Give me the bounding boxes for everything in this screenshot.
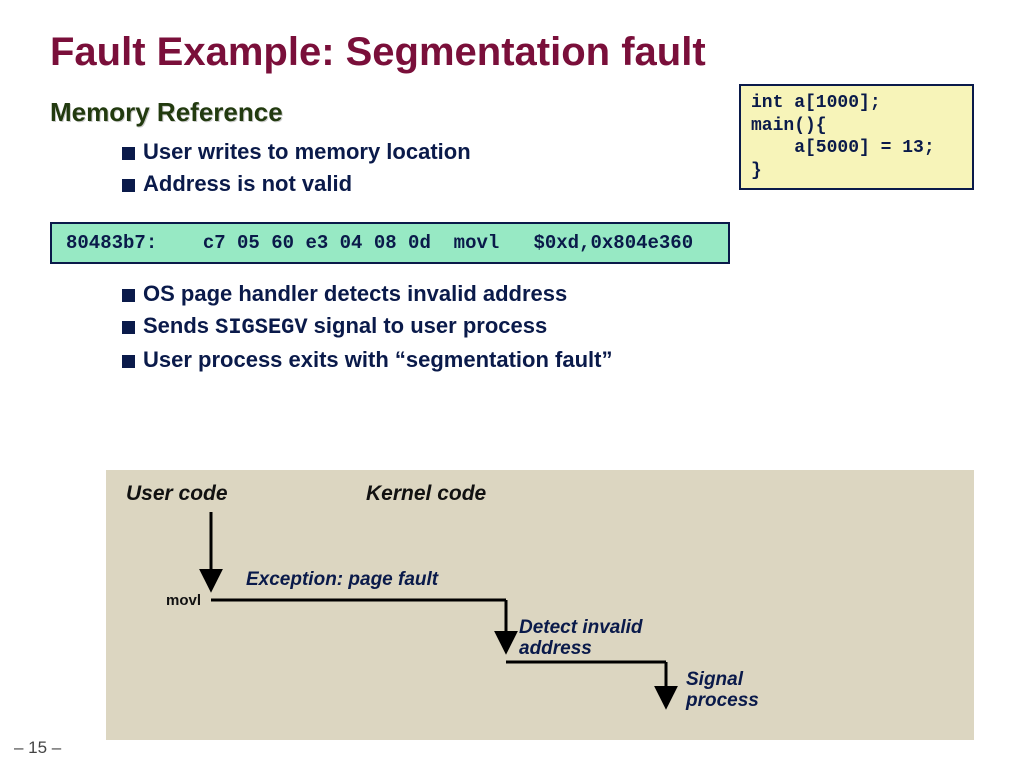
- list-item: User process exits with “segmentation fa…: [122, 344, 974, 376]
- list-item: OS page handler detects invalid address: [122, 278, 974, 310]
- diagram-arrows: [106, 470, 974, 740]
- page-number: – 15 –: [14, 738, 61, 758]
- source-code-box: int a[1000]; main(){ a[5000] = 13; }: [739, 84, 974, 190]
- list-item: Sends SIGSEGV signal to user process: [122, 310, 974, 344]
- event-detect: Detect invalid address: [519, 618, 643, 660]
- step-movl: movl: [166, 592, 201, 609]
- event-pagefault: Exception: page fault: [246, 570, 438, 591]
- slide-title: Fault Example: Segmentation fault: [50, 30, 974, 75]
- assembly-line: 80483b7: c7 05 60 e3 04 08 0d movl $0xd,…: [50, 222, 730, 264]
- bottom-bullet-list: OS page handler detects invalid address …: [122, 278, 974, 376]
- bullet-text: Sends SIGSEGV signal to user process: [143, 310, 547, 344]
- bullet-square-icon: [122, 321, 135, 334]
- event-signal: Signal process: [686, 670, 759, 712]
- bullet-square-icon: [122, 147, 135, 160]
- bullet-square-icon: [122, 289, 135, 302]
- bullet-text: OS page handler detects invalid address: [143, 278, 567, 310]
- flow-diagram: User code Kernel code movl Exception: pa…: [106, 470, 974, 740]
- bullet-square-icon: [122, 355, 135, 368]
- bullet-text: User process exits with “segmentation fa…: [143, 344, 612, 376]
- bullet-text: User writes to memory location: [143, 136, 471, 168]
- bullet-square-icon: [122, 179, 135, 192]
- bullet-text: Address is not valid: [143, 168, 352, 200]
